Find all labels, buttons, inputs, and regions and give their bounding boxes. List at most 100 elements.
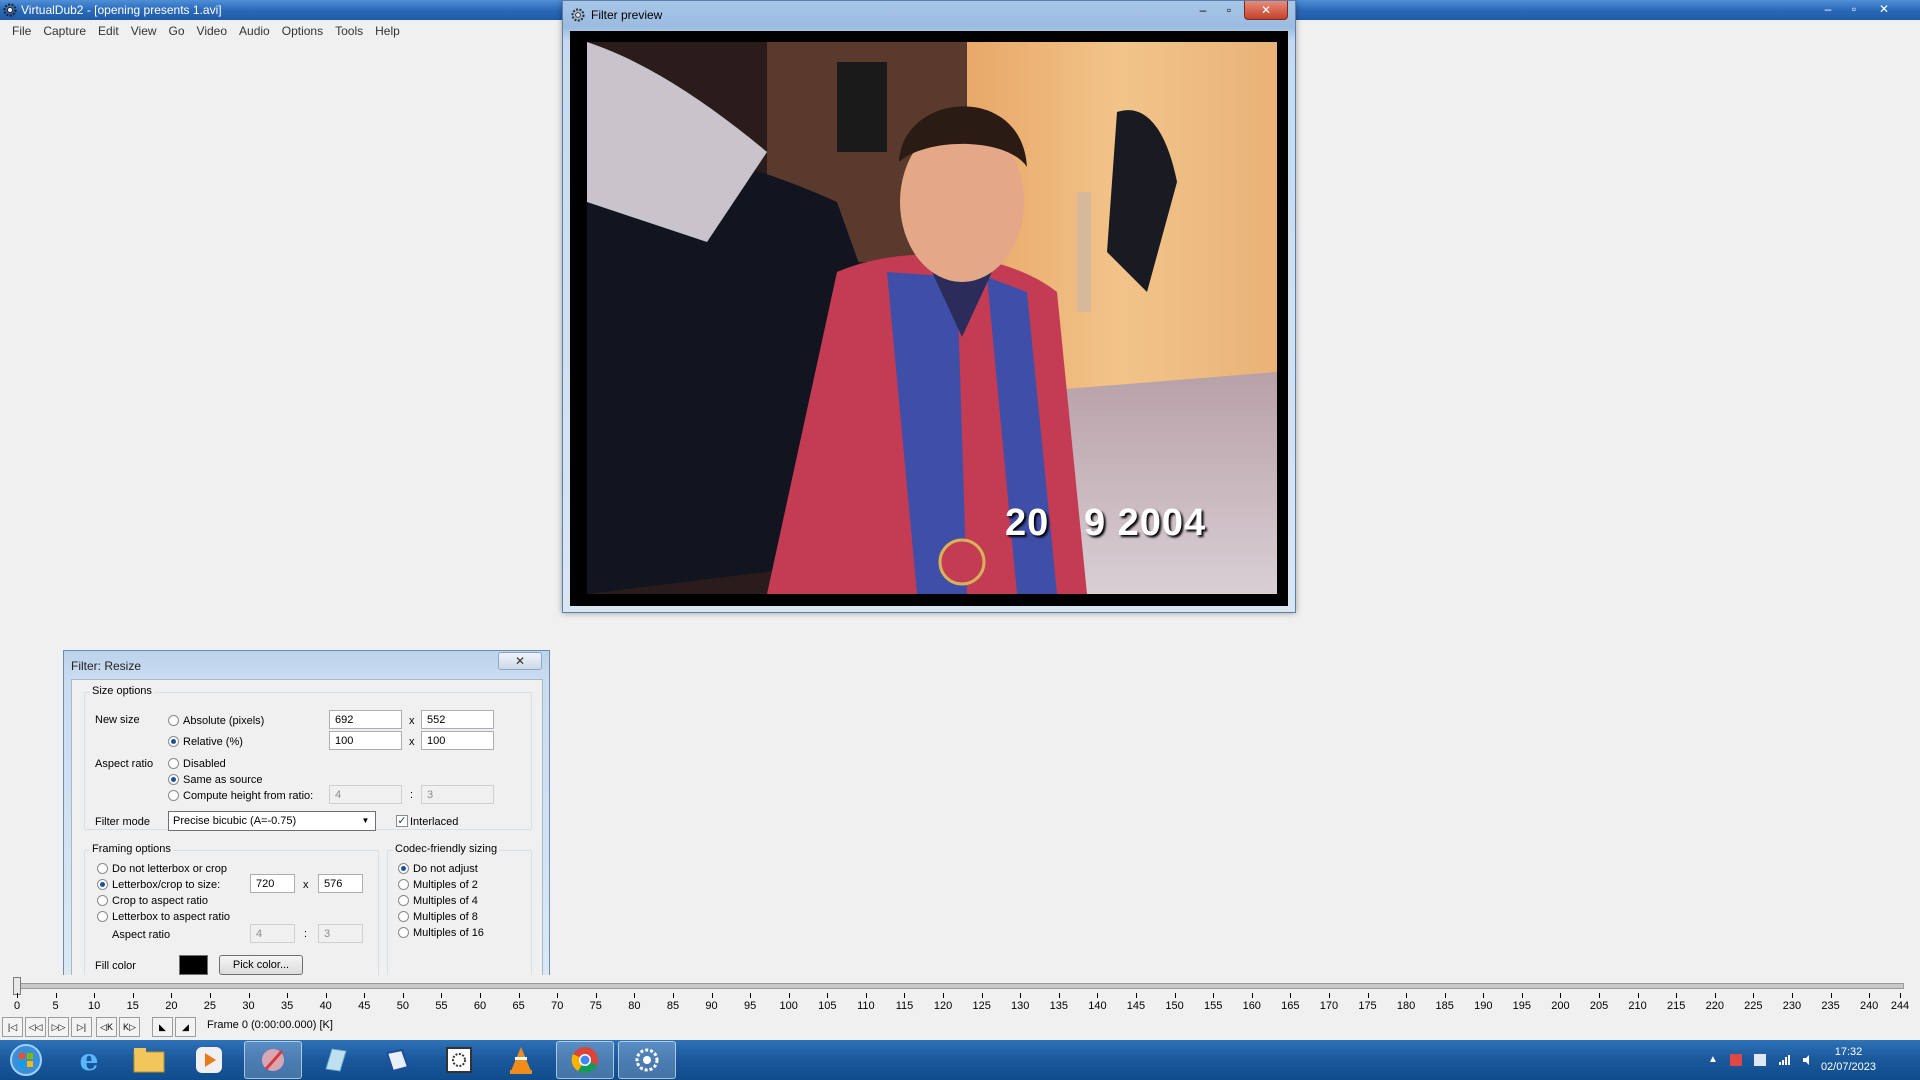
ratio-b-field[interactable]: 3	[421, 785, 494, 804]
codec-option-radio[interactable]	[398, 863, 409, 874]
timeline-tick	[1367, 993, 1369, 998]
crop-aspect-label: Crop to aspect ratio	[112, 895, 208, 907]
interlaced-label: Interlaced	[410, 816, 459, 828]
timeline-tick-label: 240	[1859, 1000, 1879, 1012]
preview-minimize-button[interactable]: –	[1190, 1, 1216, 20]
pen-app-icon[interactable]	[368, 1041, 426, 1079]
relative-radio[interactable]	[168, 736, 179, 747]
vlc-icon[interactable]	[492, 1041, 550, 1079]
framing-aspect-a-field[interactable]: 4	[250, 924, 295, 943]
timeline-tick	[1097, 993, 1099, 998]
end-icon[interactable]: ▷|	[71, 1017, 92, 1037]
chevron-down-icon: ▼	[361, 816, 370, 825]
timeline-tick	[1714, 993, 1716, 998]
timeline-tick	[1791, 993, 1793, 998]
menu-view[interactable]: View	[125, 20, 163, 41]
timeline-tick-label: 70	[551, 1000, 564, 1012]
preview-close-button[interactable]: ✕	[1244, 1, 1288, 20]
no-letterbox-radio[interactable]	[97, 863, 108, 874]
timeline-tick	[441, 993, 443, 998]
absolute-width-field[interactable]: 692	[329, 710, 402, 729]
letterbox-aspect-radio[interactable]	[97, 911, 108, 922]
system-clock[interactable]: 17:32 02/07/2023	[1821, 1045, 1876, 1075]
timeline-tick-label: 0	[13, 1000, 21, 1012]
framing-aspect-b-field[interactable]: 3	[318, 924, 363, 943]
timeline-tick	[402, 993, 404, 998]
filter-mode-select[interactable]: Precise bicubic (A=-0.75) ▼	[168, 811, 376, 831]
resize-dialog-close-button[interactable]: ✕	[498, 652, 542, 670]
timeline-tick	[827, 993, 829, 998]
size-x-separator: x	[409, 715, 415, 727]
prev-key-icon[interactable]: ◁K	[96, 1017, 117, 1037]
menu-video[interactable]: Video	[191, 20, 233, 41]
next-key-icon[interactable]: K▷	[119, 1017, 140, 1037]
relative-height-field[interactable]: 100	[421, 731, 494, 750]
timeline-track[interactable]	[14, 983, 1904, 989]
timeline-tick	[750, 993, 752, 998]
relative-width-field[interactable]: 100	[329, 731, 402, 750]
menu-help[interactable]: Help	[369, 20, 406, 41]
play-output-icon[interactable]: ▷▷	[48, 1017, 69, 1037]
letterbox-width-field[interactable]: 720	[250, 874, 295, 893]
aspect-disabled-radio[interactable]	[168, 758, 179, 769]
internet-explorer-icon[interactable]: e	[60, 1041, 118, 1079]
menu-edit[interactable]: Edit	[92, 20, 125, 41]
absolute-label: Absolute (pixels)	[183, 715, 265, 727]
menu-tools[interactable]: Tools	[329, 20, 369, 41]
letterbox-crop-radio[interactable]	[97, 879, 108, 890]
stop-icon[interactable]: |◁	[2, 1017, 23, 1037]
compute-height-radio[interactable]	[168, 790, 179, 801]
chrome-icon[interactable]	[556, 1041, 614, 1079]
clock-date: 02/07/2023	[1820, 1061, 1876, 1073]
virtualdub2-taskbar-icon[interactable]	[618, 1041, 676, 1079]
timeline-tick-label: 40	[319, 1000, 332, 1012]
mark-in-icon[interactable]: ◣	[152, 1017, 173, 1037]
main-window-title: VirtualDub2 - [opening presents 1.avi]	[21, 3, 222, 17]
ratio-a-field[interactable]: 4	[329, 785, 402, 804]
tray-expand-icon[interactable]: ▲	[1708, 1054, 1720, 1066]
media-player-icon[interactable]	[180, 1041, 238, 1079]
virtualdub-film-icon[interactable]	[430, 1041, 488, 1079]
start-orb-icon[interactable]	[0, 1041, 52, 1079]
maximize-button[interactable]: ▫	[1842, 1, 1866, 18]
play-input-icon[interactable]: ◁◁	[25, 1017, 46, 1037]
timeline-tick	[1599, 993, 1601, 998]
codec-option-radio[interactable]	[398, 895, 409, 906]
absolute-radio[interactable]	[168, 715, 179, 726]
gear-icon	[571, 8, 585, 22]
interlaced-checkbox[interactable]: ✓	[396, 815, 408, 827]
paint-icon[interactable]	[244, 1041, 302, 1079]
timeline-tick-label: 75	[589, 1000, 602, 1012]
device-icon[interactable]	[1754, 1054, 1766, 1066]
mark-out-icon[interactable]: ◢	[175, 1017, 196, 1037]
crop-aspect-radio[interactable]	[97, 895, 108, 906]
preview-maximize-button[interactable]: ▫	[1216, 1, 1242, 20]
notes-app-icon[interactable]	[306, 1041, 364, 1079]
menu-audio[interactable]: Audio	[233, 20, 276, 41]
playback-toolbar: |◁ ◁◁ ▷▷ ▷| ◁K K▷ ◣ ◢ Frame 0 (0:00:00.0…	[0, 1015, 1920, 1039]
menu-go[interactable]: Go	[163, 20, 191, 41]
volume-icon[interactable]	[1802, 1054, 1814, 1066]
network-icon[interactable]	[1778, 1054, 1790, 1066]
timeline-tick	[1869, 993, 1871, 998]
timeline-tick-label: 195	[1512, 1000, 1532, 1012]
menu-file[interactable]: File	[6, 20, 37, 41]
menu-options[interactable]: Options	[276, 20, 329, 41]
codec-option-radio[interactable]	[398, 927, 409, 938]
letterbox-height-field[interactable]: 576	[318, 874, 363, 893]
menu-capture[interactable]: Capture	[37, 20, 92, 41]
file-explorer-icon[interactable]	[120, 1041, 178, 1079]
pick-color-button[interactable]: Pick color...	[219, 955, 303, 975]
framing-options-label: Framing options	[90, 843, 173, 855]
same-as-source-radio[interactable]	[168, 774, 179, 785]
codec-option-radio[interactable]	[398, 879, 409, 890]
aspect-ratio-label: Aspect ratio	[95, 758, 154, 770]
codec-option-radio[interactable]	[398, 911, 409, 922]
minimize-button[interactable]: –	[1816, 1, 1840, 18]
absolute-height-field[interactable]: 552	[421, 710, 494, 729]
timeline-tick-label: 60	[473, 1000, 487, 1012]
video-date-overlay: 20 9 2004	[1005, 502, 1207, 544]
close-button[interactable]: ✕	[1872, 1, 1896, 18]
action-center-icon[interactable]	[1730, 1054, 1742, 1066]
timeline-tick-label: 175	[1358, 1000, 1377, 1012]
